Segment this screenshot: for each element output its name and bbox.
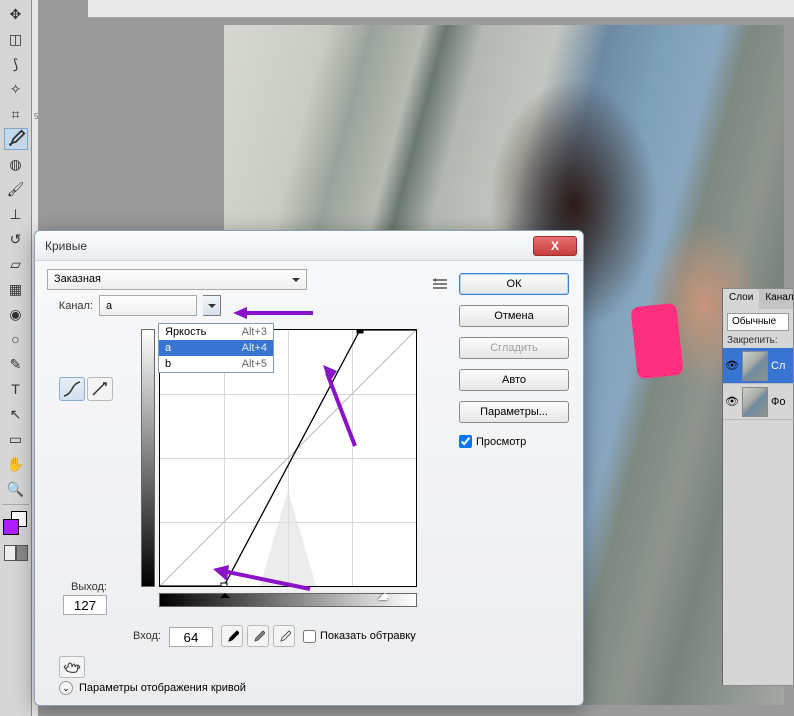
lock-label: Закрепить: — [727, 335, 789, 346]
output-gradient — [141, 329, 155, 587]
magic-wand-tool-icon[interactable]: ✧ — [4, 78, 28, 100]
layer-thumbnail[interactable] — [742, 351, 768, 381]
channel-option-a[interactable]: a Alt+4 — [159, 340, 273, 356]
visibility-eye-icon[interactable]: 👁 — [725, 359, 739, 373]
clone-stamp-tool-icon[interactable]: ⊥ — [4, 203, 28, 225]
dialog-titlebar[interactable]: Кривые X — [35, 231, 583, 261]
output-value-input[interactable] — [63, 595, 107, 615]
channel-dropdown-button[interactable] — [203, 295, 221, 316]
option-shortcut: Alt+3 — [242, 326, 267, 338]
marquee-tool-icon[interactable]: ◫ — [4, 28, 28, 50]
foreground-color-swatch[interactable] — [3, 519, 19, 535]
rectangle-tool-icon[interactable]: ▭ — [4, 428, 28, 450]
point-curve-icon[interactable] — [59, 377, 85, 401]
path-select-tool-icon[interactable]: ↖ — [4, 403, 28, 425]
channel-value: a — [106, 300, 112, 312]
channel-dropdown-list: Яркость Alt+3 a Alt+4 b Alt+5 — [158, 323, 274, 373]
move-tool-icon[interactable]: ✥ — [4, 3, 28, 25]
preset-label: Стиль: — [47, 273, 93, 285]
eyedropper-tool-icon[interactable] — [4, 128, 28, 150]
quickmask-toggle[interactable] — [4, 543, 28, 563]
black-point-dropper-icon[interactable] — [221, 625, 243, 647]
pen-tool-icon[interactable]: ✎ — [4, 353, 28, 375]
eyedropper-group — [221, 625, 295, 647]
channel-label: Канал: — [47, 300, 93, 312]
cancel-button[interactable]: Отмена — [459, 305, 569, 327]
channel-dropdown[interactable]: a — [99, 295, 197, 316]
pencil-curve-icon[interactable] — [87, 377, 113, 401]
dialog-title: Кривые — [45, 239, 87, 253]
type-tool-icon[interactable]: T — [4, 378, 28, 400]
targeted-adjust-icon[interactable] — [59, 656, 85, 678]
smooth-button[interactable]: Сгладить — [459, 337, 569, 359]
tab-channels[interactable]: Канал — [759, 289, 794, 309]
horizontal-ruler — [88, 0, 794, 18]
tab-layers[interactable]: Слои — [723, 289, 759, 309]
layers-panel: Слои Канал Обычные Закрепить: 👁 Сл 👁 Фо — [722, 288, 794, 686]
curve-display-options-toggle[interactable]: ⌄ Параметры отображения кривой — [59, 681, 246, 695]
gradient-tool-icon[interactable]: ▦ — [4, 278, 28, 300]
white-point-dropper-icon[interactable] — [273, 625, 295, 647]
dialog-body: Стиль: Заказная Канал: a Яркость Alt+ — [35, 261, 583, 705]
output-field-group: Выход: — [59, 581, 107, 615]
curve-graph-area — [159, 329, 423, 629]
crop-tool-icon[interactable]: ⌗ — [4, 103, 28, 125]
auto-button[interactable]: Авто — [459, 369, 569, 391]
layer-row[interactable]: 👁 Фо — [723, 384, 793, 420]
tools-panel: ✥ ◫ ⟆ ✧ ⌗ ◍ 🖌 ⊥ ↺ ▱ ▦ ◉ ○ ✎ T ↖ ▭ ✋ 🔍 — [0, 0, 32, 716]
option-label: a — [165, 342, 171, 354]
layer-name: Сл — [771, 360, 785, 372]
option-label: b — [165, 358, 171, 370]
close-button[interactable]: X — [533, 236, 577, 256]
spot-heal-tool-icon[interactable]: ◍ — [4, 153, 28, 175]
blur-tool-icon[interactable]: ◉ — [4, 303, 28, 325]
brush-tool-icon[interactable]: 🖌 — [4, 178, 28, 200]
option-label: Яркость — [165, 326, 206, 338]
curve-display-label: Параметры отображения кривой — [79, 682, 246, 694]
workspace: 5 ✥ ◫ ⟆ ✧ ⌗ ◍ 🖌 ⊥ ↺ ▱ ▦ ◉ ○ ✎ T ↖ ▭ ✋ 🔍 — [0, 0, 794, 716]
input-gradient[interactable] — [159, 593, 417, 607]
options-button[interactable]: Параметры... — [459, 401, 569, 423]
lasso-tool-icon[interactable]: ⟆ — [4, 53, 28, 75]
preset-options-icon[interactable] — [431, 275, 449, 293]
tool-separator — [2, 504, 29, 505]
preview-label: Просмотр — [476, 436, 526, 448]
photo-detail-phone — [630, 303, 683, 379]
gray-point-dropper-icon[interactable] — [247, 625, 269, 647]
ok-button[interactable]: ОК — [459, 273, 569, 295]
visibility-eye-icon[interactable]: 👁 — [725, 395, 739, 409]
preview-checkbox[interactable]: Просмотр — [459, 435, 569, 448]
layer-thumbnail[interactable] — [742, 387, 768, 417]
show-clipping-checkbox[interactable]: Показать обтравку — [303, 630, 416, 643]
preview-input[interactable] — [459, 435, 472, 448]
dodge-tool-icon[interactable]: ○ — [4, 328, 28, 350]
option-shortcut: Alt+4 — [242, 342, 267, 354]
history-brush-tool-icon[interactable]: ↺ — [4, 228, 28, 250]
show-clipping-label: Показать обтравку — [320, 630, 416, 642]
color-swatches[interactable] — [3, 511, 29, 537]
panel-tabs: Слои Канал — [723, 289, 793, 309]
curves-dialog: Кривые X Стиль: Заказная Канал: a — [34, 230, 584, 706]
layer-name: Фо — [771, 396, 785, 408]
zoom-tool-icon[interactable]: 🔍 — [4, 478, 28, 500]
channel-option-brightness[interactable]: Яркость Alt+3 — [159, 324, 273, 340]
show-clipping-input[interactable] — [303, 630, 316, 643]
layer-row[interactable]: 👁 Сл — [723, 348, 793, 384]
input-value-input[interactable] — [169, 627, 213, 647]
dialog-buttons: ОК Отмена Сгладить Авто Параметры... Про… — [459, 273, 569, 448]
chevron-down-icon: ⌄ — [59, 681, 73, 695]
channel-option-b[interactable]: b Alt+5 — [159, 356, 273, 372]
input-label: Вход: — [133, 630, 161, 642]
option-shortcut: Alt+5 — [242, 358, 267, 370]
output-label: Выход: — [71, 581, 107, 593]
hand-tool-icon[interactable]: ✋ — [4, 453, 28, 475]
blend-mode-dropdown[interactable]: Обычные — [727, 313, 789, 331]
eraser-tool-icon[interactable]: ▱ — [4, 253, 28, 275]
